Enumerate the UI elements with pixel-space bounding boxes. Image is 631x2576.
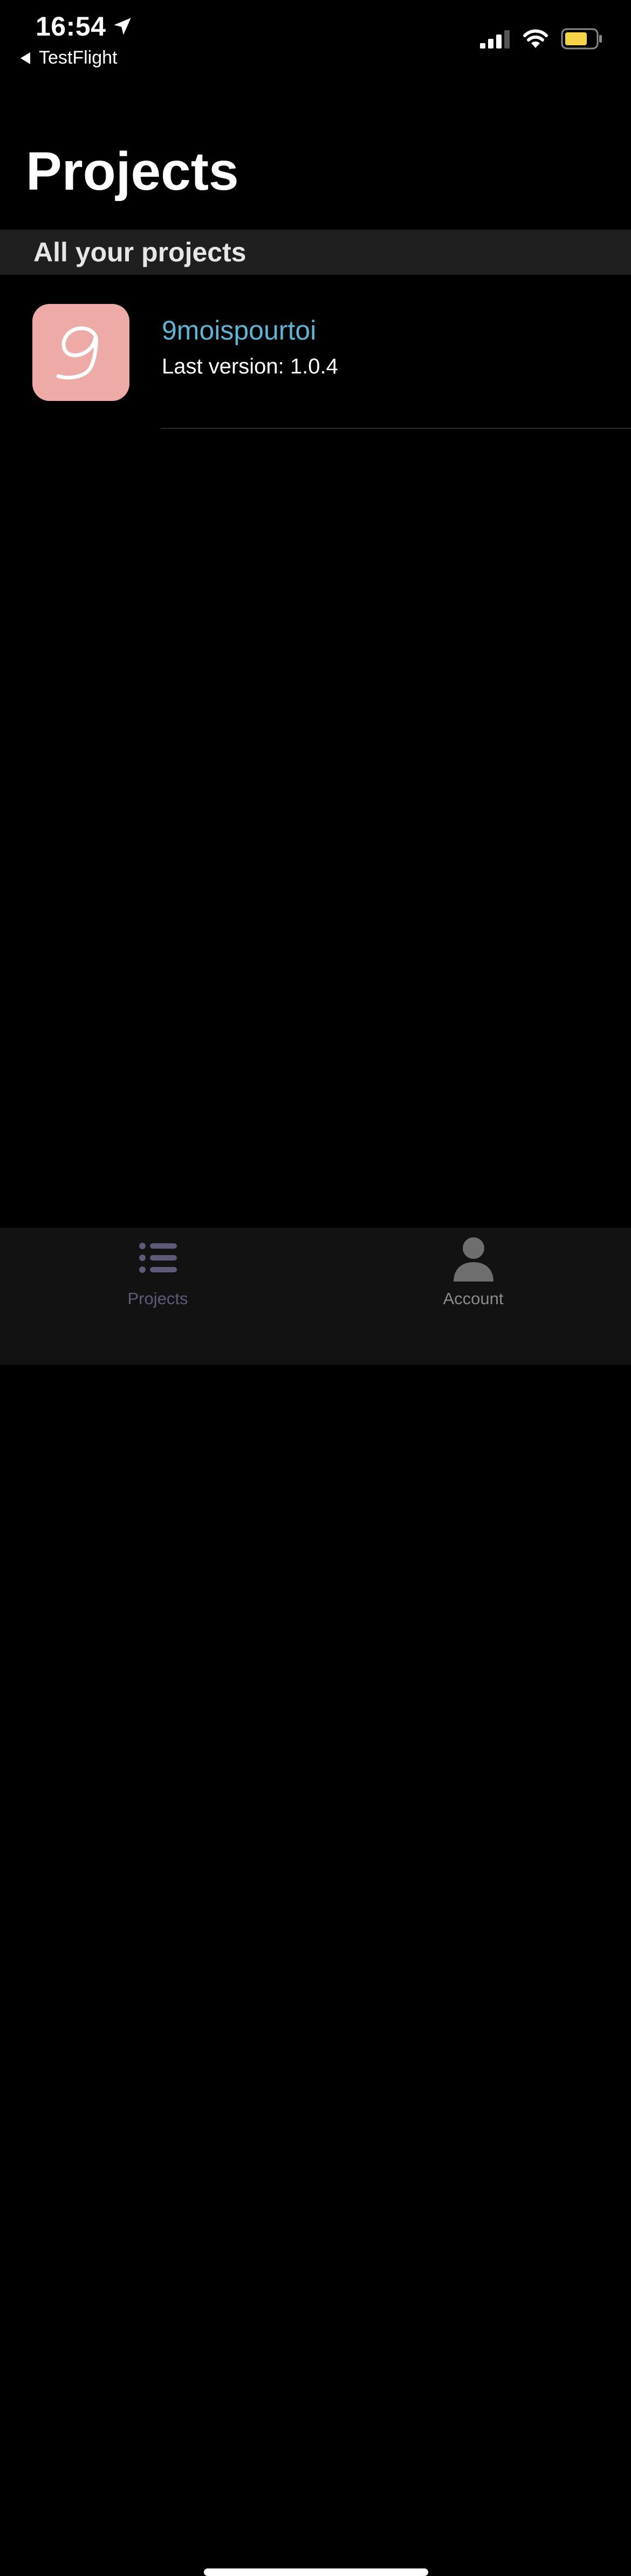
tab-projects[interactable]: Projects [0, 1228, 316, 1319]
status-indicators [480, 28, 603, 50]
home-indicator [204, 2568, 428, 2576]
page-title: Projects [26, 141, 239, 202]
time-label: 16:54 [36, 11, 106, 41]
status-time: 16:54 [36, 11, 134, 42]
tab-bar: Projects Account [0, 1228, 631, 2576]
back-triangle-icon [20, 52, 30, 64]
person-icon [453, 1237, 493, 1282]
project-name[interactable]: 9moispourtoi [162, 315, 316, 346]
row-divider [161, 428, 631, 429]
section-header-label: All your projects [33, 237, 246, 267]
tab-account-label: Account [443, 1289, 504, 1308]
back-to-testflight-link[interactable]: TestFlight [19, 47, 118, 68]
section-header: All your projects [0, 230, 631, 275]
nine-script-glyph [56, 326, 98, 380]
project-version: Last version: 1.0.4 [162, 355, 338, 378]
project-row[interactable]: 9moispourtoi Last version: 1.0.4 [0, 275, 631, 429]
app-logo-9moispourtoi-icon [32, 304, 129, 401]
cellular-signal-icon [480, 30, 510, 49]
back-link-label: TestFlight [39, 47, 118, 68]
location-arrow-icon [114, 18, 132, 35]
status-bar: 16:54 TestFlight [0, 0, 631, 75]
wifi-icon [523, 29, 548, 48]
tab-account[interactable]: Account [316, 1228, 631, 1319]
tab-projects-label: Projects [127, 1289, 188, 1308]
battery-icon [561, 28, 602, 50]
list-icon [139, 1243, 177, 1273]
